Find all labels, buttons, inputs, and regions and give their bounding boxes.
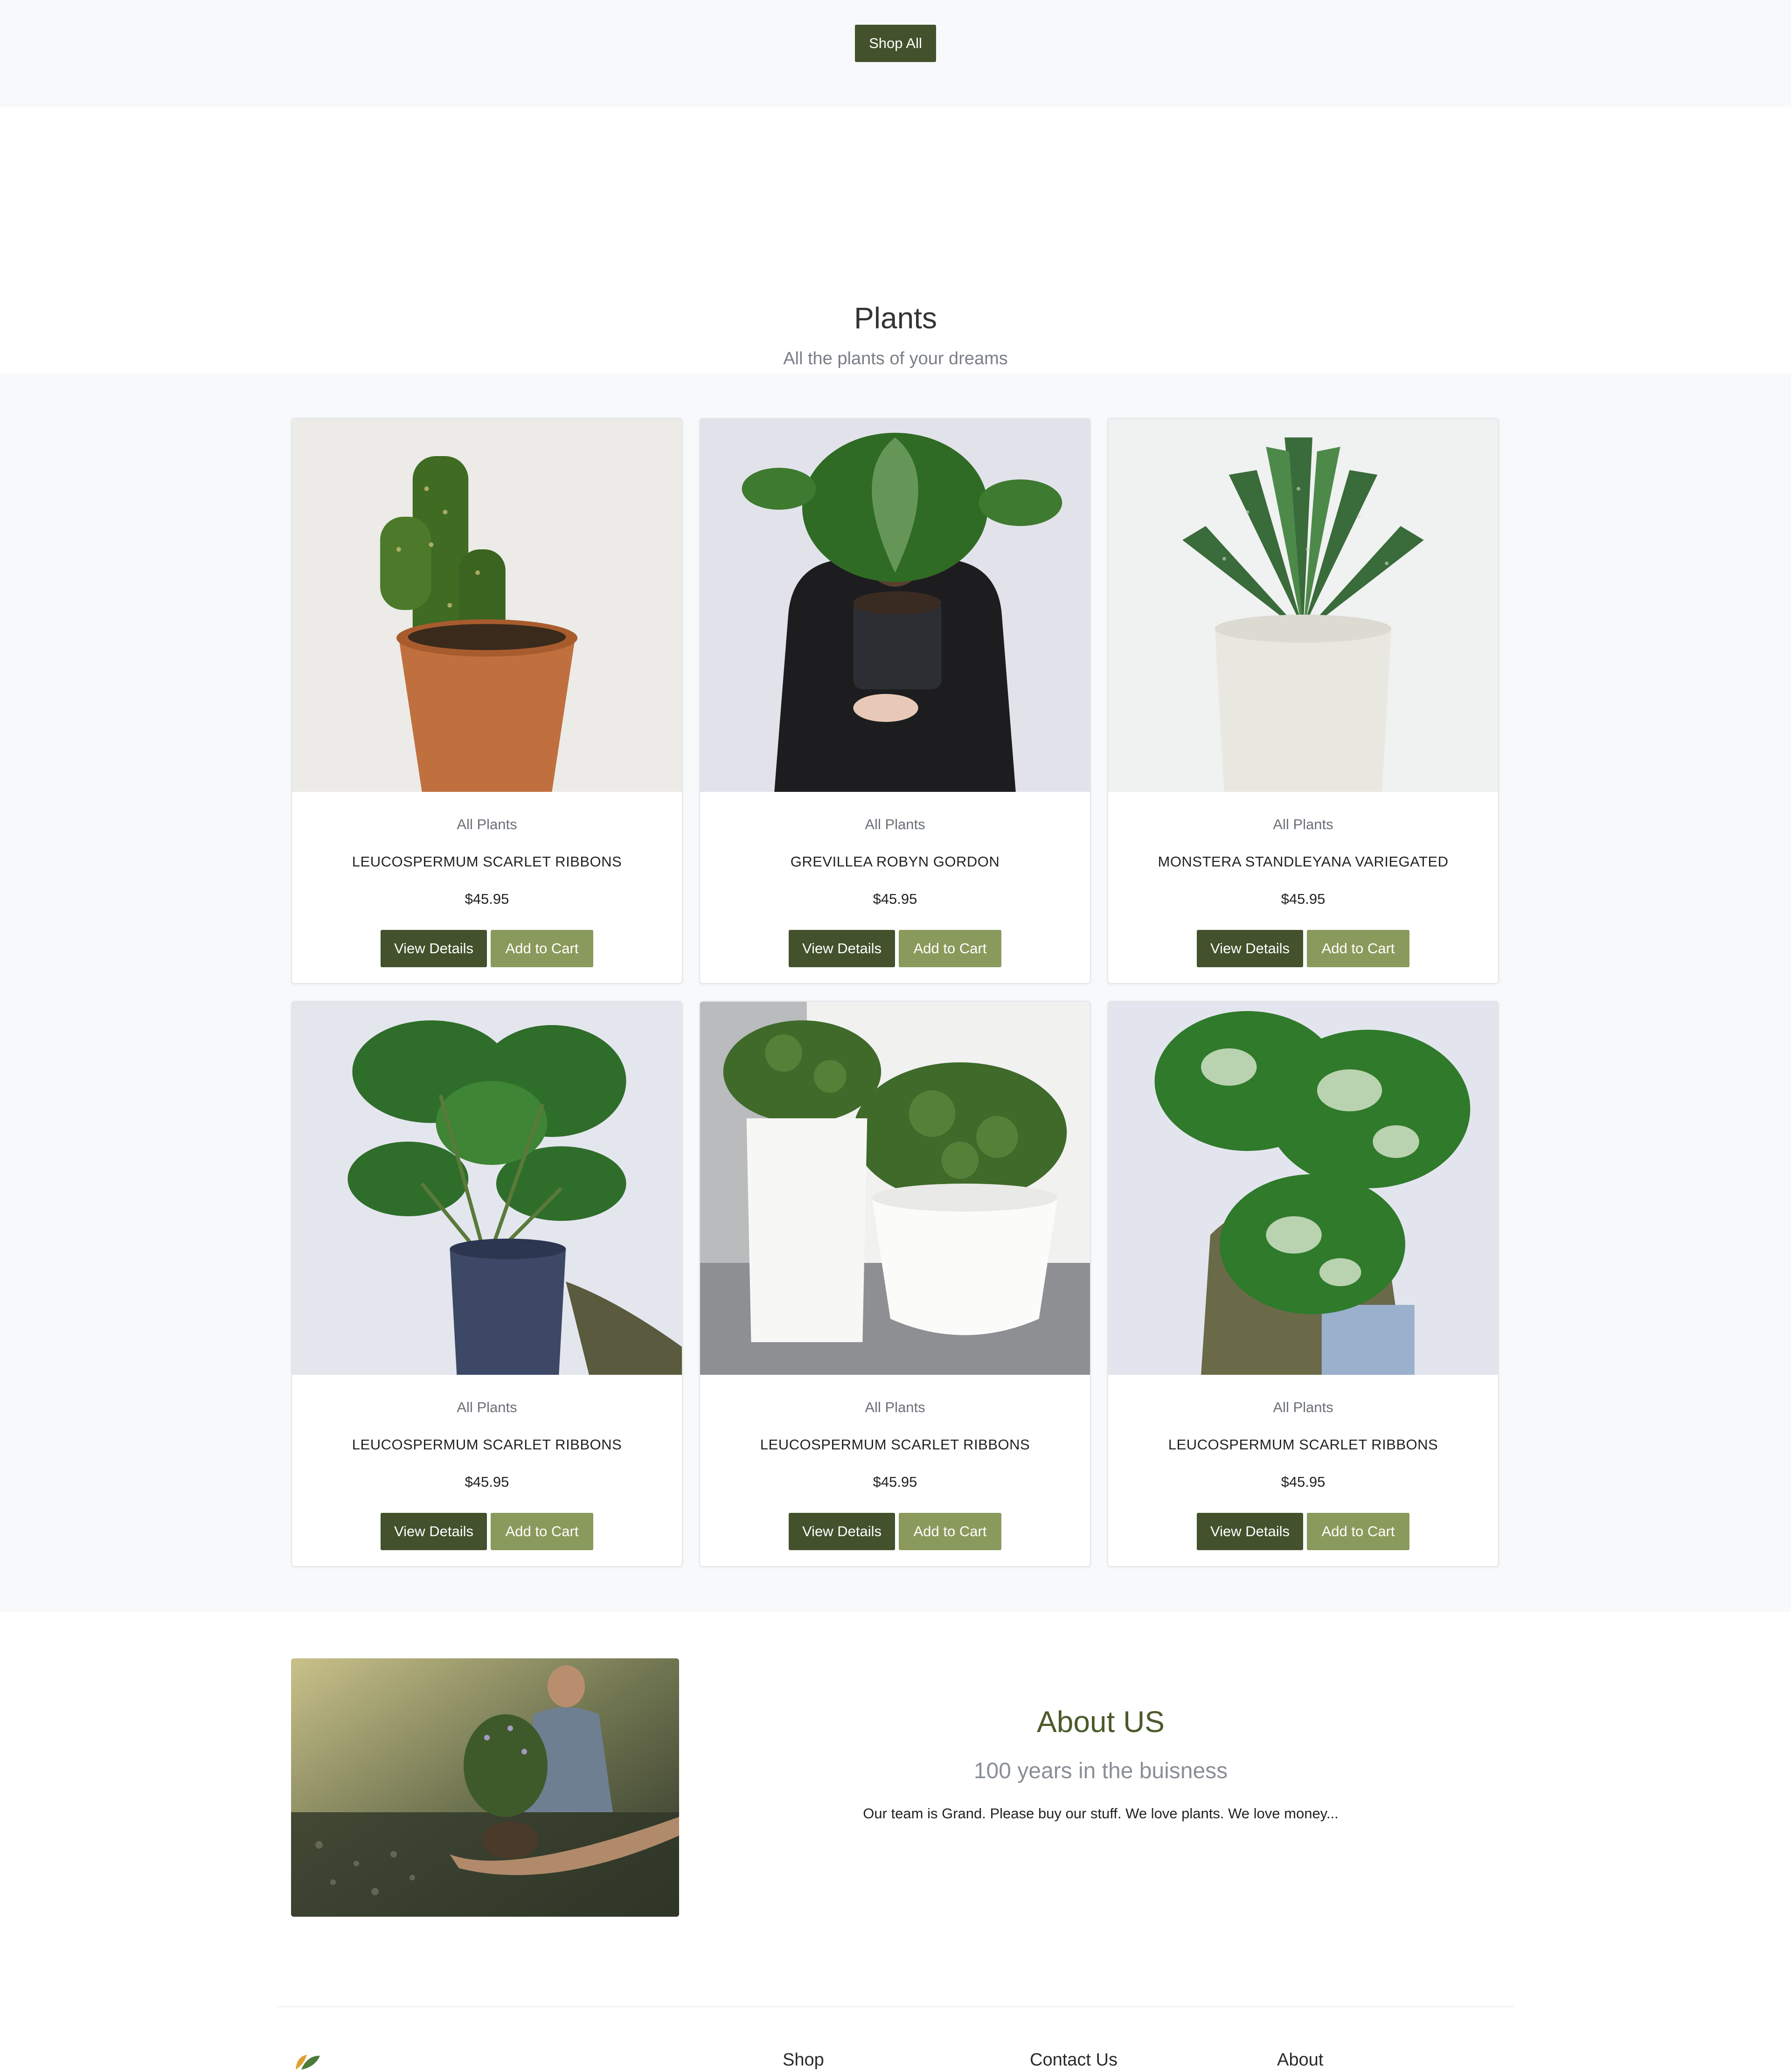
about-subtitle: 100 years in the buisness xyxy=(973,1759,1228,1783)
gardener-photo xyxy=(291,1658,679,1917)
product-card: All Plants MONSTERA STANDLEYANA VARIEGAT… xyxy=(1107,418,1499,984)
footer-link-contact[interactable]: Contact Us xyxy=(1030,2050,1118,2070)
product-category: All Plants xyxy=(1273,1399,1333,1415)
add-to-cart-button[interactable]: Add to Cart xyxy=(899,930,1001,967)
add-to-cart-button[interactable]: Add to Cart xyxy=(1307,1513,1409,1550)
shop-all-button[interactable]: Shop All xyxy=(855,25,936,62)
product-price: $45.95 xyxy=(465,1474,509,1490)
monstera-pot-photo[interactable] xyxy=(292,1002,682,1375)
product-actions: View Details Add to Cart xyxy=(1108,930,1498,967)
product-price: $45.95 xyxy=(873,1474,917,1490)
product-category: All Plants xyxy=(1273,816,1333,832)
product-actions: View Details Add to Cart xyxy=(1108,1513,1498,1550)
leaf-logo[interactable] xyxy=(293,2051,326,2070)
monstera-person-photo[interactable] xyxy=(700,419,1090,792)
product-name: LEUCOSPERMUM SCARLET RIBBONS xyxy=(760,1436,1030,1453)
product-price: $45.95 xyxy=(465,891,509,907)
plants-title: Plants xyxy=(854,301,937,335)
product-actions: View Details Add to Cart xyxy=(292,1513,682,1550)
cactus-photo[interactable] xyxy=(292,419,682,792)
product-price: $45.95 xyxy=(1281,1474,1326,1490)
plants-subtitle: All the plants of your dreams xyxy=(783,349,1008,368)
product-card: All Plants LEUCOSPERMUM SCARLET RIBBONS … xyxy=(1107,1001,1499,1567)
product-category: All Plants xyxy=(865,816,925,832)
view-details-button[interactable]: View Details xyxy=(381,930,487,967)
footer-link-about[interactable]: About xyxy=(1277,2050,1323,2070)
product-price: $45.95 xyxy=(873,891,917,907)
product-card: All Plants GREVILLEA ROBYN GORDON $45.95… xyxy=(699,418,1091,984)
succulent-pots-photo[interactable] xyxy=(700,1002,1090,1375)
product-actions: View Details Add to Cart xyxy=(700,930,1090,967)
product-card: All Plants LEUCOSPERMUM SCARLET RIBBONS … xyxy=(291,418,683,984)
product-name: MONSTERA STANDLEYANA VARIEGATED xyxy=(1158,853,1449,870)
product-card: All Plants LEUCOSPERMUM SCARLET RIBBONS … xyxy=(291,1001,683,1567)
view-details-button[interactable]: View Details xyxy=(1197,1513,1303,1550)
hero-band: Shop All xyxy=(0,0,1791,107)
product-category: All Plants xyxy=(457,1399,517,1415)
product-name: GREVILLEA ROBYN GORDON xyxy=(790,853,1000,870)
aloe-photo[interactable] xyxy=(1108,419,1498,792)
add-to-cart-button[interactable]: Add to Cart xyxy=(1307,930,1409,967)
add-to-cart-button[interactable]: Add to Cart xyxy=(491,930,593,967)
add-to-cart-button[interactable]: Add to Cart xyxy=(491,1513,593,1550)
view-details-button[interactable]: View Details xyxy=(789,1513,895,1550)
product-name: LEUCOSPERMUM SCARLET RIBBONS xyxy=(352,853,622,870)
variegated-monstera-photo[interactable] xyxy=(1108,1002,1498,1375)
footer-link-shop[interactable]: Shop xyxy=(783,2050,824,2070)
product-actions: View Details Add to Cart xyxy=(292,930,682,967)
footer-divider xyxy=(277,2006,1514,2007)
product-name: LEUCOSPERMUM SCARLET RIBBONS xyxy=(352,1436,622,1453)
product-card: All Plants LEUCOSPERMUM SCARLET RIBBONS … xyxy=(699,1001,1091,1567)
product-category: All Plants xyxy=(457,816,517,832)
product-category: All Plants xyxy=(865,1399,925,1415)
product-name: LEUCOSPERMUM SCARLET RIBBONS xyxy=(1168,1436,1438,1453)
view-details-button[interactable]: View Details xyxy=(1197,930,1303,967)
view-details-button[interactable]: View Details xyxy=(789,930,895,967)
add-to-cart-button[interactable]: Add to Cart xyxy=(899,1513,1001,1550)
plants-section-header: Plants All the plants of your dreams xyxy=(0,107,1791,373)
about-text: Our team is Grand. Please buy our stuff.… xyxy=(863,1805,1339,1822)
about-title: About US xyxy=(1037,1705,1165,1739)
product-actions: View Details Add to Cart xyxy=(700,1513,1090,1550)
view-details-button[interactable]: View Details xyxy=(381,1513,487,1550)
product-price: $45.95 xyxy=(1281,891,1326,907)
